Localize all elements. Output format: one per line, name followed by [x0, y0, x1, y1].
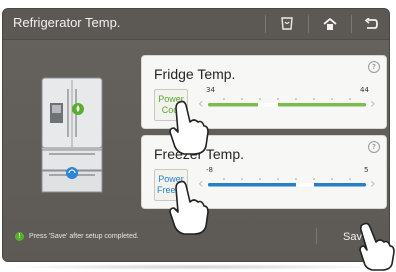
pointing-hand-icon — [169, 180, 209, 235]
info-message: ! Press 'Save' after setup completed. — [15, 232, 139, 241]
info-icon: ! — [15, 232, 24, 241]
divider — [308, 15, 309, 33]
refrigerator-illustration — [41, 77, 103, 193]
page-title: Refrigerator Temp. — [13, 15, 121, 30]
slider-track — [208, 178, 366, 187]
back-icon[interactable] — [353, 12, 389, 36]
slider-track — [208, 98, 366, 107]
info-text: Press 'Save' after setup completed. — [29, 233, 139, 240]
divider — [316, 228, 317, 244]
fridge-temp-title: Fridge Temp. — [154, 66, 236, 82]
pointing-hand-icon — [359, 222, 395, 271]
freezer-temp-slider[interactable]: -8 5 ‹ › — [198, 166, 378, 196]
divider — [265, 15, 266, 33]
screen-shadow — [2, 264, 388, 270]
help-icon[interactable]: ? — [368, 61, 380, 73]
home-icon[interactable] — [312, 12, 348, 36]
cup-icon[interactable] — [269, 12, 305, 36]
fridge-temp-slider[interactable]: 34 44 ‹ › — [198, 86, 378, 116]
pointing-hand-icon — [169, 100, 209, 155]
top-bar: Refrigerator Temp. — [3, 9, 389, 40]
divider — [351, 15, 352, 33]
help-icon[interactable]: ? — [368, 141, 380, 153]
